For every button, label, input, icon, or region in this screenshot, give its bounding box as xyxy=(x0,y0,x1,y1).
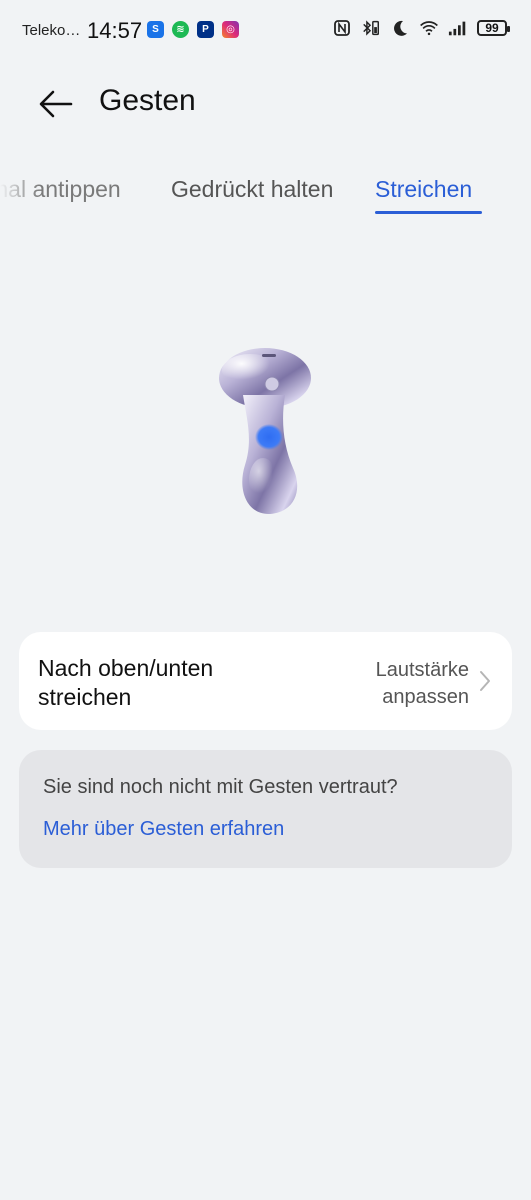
status-bar: Teleko… 14:57 S ≋ P ◎ 99 xyxy=(0,0,531,60)
notification-icons: S ≋ P ◎ xyxy=(147,21,239,38)
gesture-action-value: Lautstärke anpassen xyxy=(375,659,469,708)
status-time: 14:57 xyxy=(87,18,143,43)
help-text: Sie sind noch nicht mit Gesten vertraut? xyxy=(43,776,398,798)
bluetooth-battery-icon xyxy=(361,18,381,38)
shazam-like-icon: S xyxy=(147,21,164,38)
spotify-icon: ≋ xyxy=(172,21,189,38)
swipe-gesture-setting[interactable]: Nach oben/unten streichen Lautstärke anp… xyxy=(19,632,512,730)
system-status-icons: 99 xyxy=(332,18,510,38)
nfc-icon xyxy=(332,18,352,38)
tab-press-and-hold[interactable]: Gedrückt halten xyxy=(171,176,333,203)
tab-swipe[interactable]: Streichen xyxy=(375,176,472,203)
signal-icon xyxy=(448,18,468,38)
battery-indicator: 99 xyxy=(477,20,510,36)
learn-more-gestures-link[interactable]: Mehr über Gesten erfahren xyxy=(43,818,284,841)
do-not-disturb-moon-icon xyxy=(390,18,410,38)
instagram-icon: ◎ xyxy=(222,21,239,38)
earbud-illustration xyxy=(219,348,311,515)
carrier-name: Teleko… xyxy=(22,22,81,39)
page-title: Gesten xyxy=(99,84,196,117)
active-tab-indicator xyxy=(375,211,482,214)
gesture-help-card: Sie sind noch nicht mit Gesten vertraut?… xyxy=(19,750,512,868)
wifi-icon xyxy=(419,18,439,38)
back-button[interactable] xyxy=(34,82,78,126)
gesture-label: Nach oben/unten streichen xyxy=(38,655,214,710)
gesture-tabs: mal antippen Gedrückt halten Streichen xyxy=(0,170,531,220)
paypal-icon: P xyxy=(197,21,214,38)
arrow-left-icon xyxy=(39,90,73,118)
chevron-right-icon xyxy=(480,671,490,691)
